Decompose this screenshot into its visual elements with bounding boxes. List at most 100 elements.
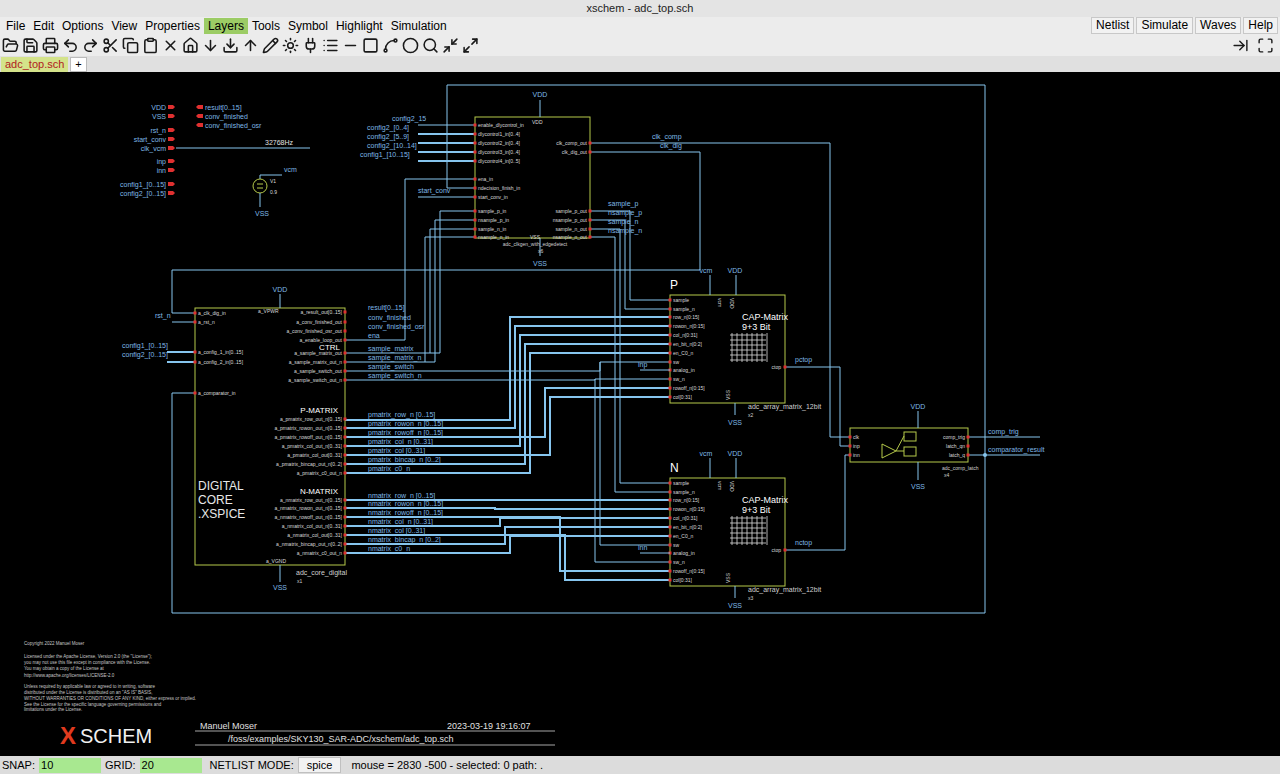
pin-label: sample_p_out [556, 208, 588, 214]
tab-bar: adc_top.sch+ [0, 56, 1280, 72]
pin-marker [344, 321, 347, 324]
pin-marker [669, 517, 672, 520]
section-label: CTRL [319, 343, 340, 352]
pin-marker [474, 160, 477, 163]
pin-label: VDD [729, 298, 735, 309]
descend-icon[interactable] [202, 37, 219, 54]
pin-label: sw [673, 542, 680, 548]
menu-item[interactable]: Properties [141, 18, 204, 34]
list-icon[interactable] [322, 37, 339, 54]
highlight-icon[interactable] [282, 37, 299, 54]
wire [345, 362, 670, 371]
menu-item[interactable]: File [2, 18, 29, 34]
pin-label: analog_in [673, 367, 695, 373]
copy-icon[interactable] [122, 37, 139, 54]
net-label: VSS [273, 584, 287, 591]
input-pin-label: inn [157, 167, 166, 174]
menu-item[interactable]: Layers [204, 18, 248, 34]
pin-marker [669, 308, 672, 311]
paste-icon[interactable] [142, 37, 159, 54]
pin-label: vcm [717, 481, 723, 490]
net-label: pmatrix_c0_n [368, 465, 410, 473]
input-pin-icon [168, 191, 175, 195]
net-label: sample_p [608, 200, 638, 208]
file-tab[interactable]: adc_top.sch [1, 57, 68, 72]
pin-label: ena_in [478, 176, 493, 182]
pin-marker [784, 366, 787, 369]
clkgen-symbol[interactable]: VDDVDDVSSVSSenable_dlycontrol_indlycontr… [360, 91, 682, 267]
wire [345, 379, 670, 380]
pin-marker [669, 343, 672, 346]
menu-button[interactable]: Netlist [1091, 17, 1134, 34]
net-label: VSS [533, 260, 547, 267]
pin-label: a_nmatrix_row_out_n[0..15] [280, 497, 343, 503]
menu-button[interactable]: Simulate [1136, 17, 1193, 34]
wire-icon[interactable] [262, 37, 279, 54]
net-label: config2_[10..14] [367, 142, 417, 150]
redo-icon[interactable] [82, 37, 99, 54]
print-icon[interactable] [42, 37, 59, 54]
menu-item[interactable]: Options [58, 18, 107, 34]
cap-matrix-symbol[interactable]: Psamplesample_nrow_n[0:15]rowon_n[0:15]c… [638, 267, 821, 426]
pin-icon[interactable] [302, 37, 319, 54]
netlist-mode-button[interactable]: spice [298, 757, 342, 773]
netlist-icon[interactable] [1232, 37, 1249, 54]
line-icon[interactable] [342, 37, 359, 54]
snap-field[interactable]: 10 [39, 758, 101, 773]
pin-marker [194, 351, 197, 354]
menu-item[interactable]: View [107, 18, 141, 34]
undo-icon[interactable] [62, 37, 79, 54]
fullscreen-icon[interactable] [1257, 37, 1274, 54]
circle-icon[interactable] [402, 37, 419, 54]
net-label: conv_finished [368, 314, 411, 322]
net-label: comparator_result [988, 446, 1044, 454]
menu-item[interactable]: Highlight [332, 18, 387, 34]
menu-item[interactable]: Edit [29, 18, 58, 34]
pin-label: sample_p_in [478, 208, 507, 214]
pin-label: a_rst_n [198, 319, 215, 325]
license-line: http://www.apache.org/licenses/LICENSE-2… [24, 673, 115, 678]
open-icon[interactable] [2, 37, 19, 54]
digital-core-symbol[interactable]: VDDa_VPWRVSSa_VGNDa_clk_dig_ina_rst_na_c… [122, 286, 443, 591]
ascend-icon[interactable] [242, 37, 259, 54]
pin-marker [669, 544, 672, 547]
pin-label: rowon_n[0:15] [673, 323, 705, 329]
wire [640, 370, 670, 371]
net-label: config2_[5..9] [367, 133, 409, 141]
arc-icon[interactable] [382, 37, 399, 54]
pin-label: col_n[0:31] [673, 515, 698, 521]
wire [345, 536, 670, 553]
delete-icon[interactable] [162, 37, 179, 54]
new-tab-button[interactable]: + [70, 57, 86, 72]
rect-icon[interactable] [362, 37, 379, 54]
menu-item[interactable]: Simulation [387, 18, 451, 34]
grid-field[interactable]: 20 [140, 758, 202, 773]
menu-button[interactable]: Waves [1195, 17, 1241, 34]
cap-matrix-symbol[interactable]: Nsamplesample_nrow_n[0:15]rowon_n[0:15]c… [638, 450, 821, 609]
pin-label: a_nmatrix_rowon_out_n[0..15] [274, 505, 342, 511]
zoom-icon[interactable] [422, 37, 439, 54]
net-label: nmatrix_bincap_n [0..2] [368, 536, 441, 544]
zoom-full-icon[interactable] [462, 37, 479, 54]
schematic-canvas[interactable]: VDDVSSrst_nstart_convclk_vcminpinnconfig… [0, 72, 1280, 756]
menu-bar: FileEditOptionsViewPropertiesLayersTools… [0, 17, 1280, 34]
output-pin-icon [196, 123, 203, 127]
menu-item[interactable]: Symbol [284, 18, 332, 34]
home-icon[interactable] [182, 37, 199, 54]
save-icon[interactable] [22, 37, 39, 54]
descend-symbol-icon[interactable] [222, 37, 239, 54]
voltage-source[interactable]: vcmV10.9VSS [253, 166, 297, 217]
pin-label: dlycontrol2_in[0..4] [478, 140, 521, 146]
input-pin-icon [168, 146, 175, 150]
input-pin-label: config1_[0..15] [120, 181, 166, 189]
comparator-symbol[interactable]: clkinpinncomp_triglatch_qnlatch_qVDDVSSa… [849, 403, 1045, 490]
net-label: nmatrix_rowon_n [0..15] [368, 500, 443, 508]
cut-icon[interactable] [102, 37, 119, 54]
menu-button[interactable]: Help [1243, 17, 1278, 34]
menu-item[interactable]: Tools [248, 18, 284, 34]
net-label: VSS [728, 602, 742, 609]
zoom-out-icon[interactable] [442, 37, 459, 54]
net-label: config2_[0..15] [122, 351, 168, 359]
wire [418, 151, 475, 153]
pin-label: sample [673, 480, 689, 486]
